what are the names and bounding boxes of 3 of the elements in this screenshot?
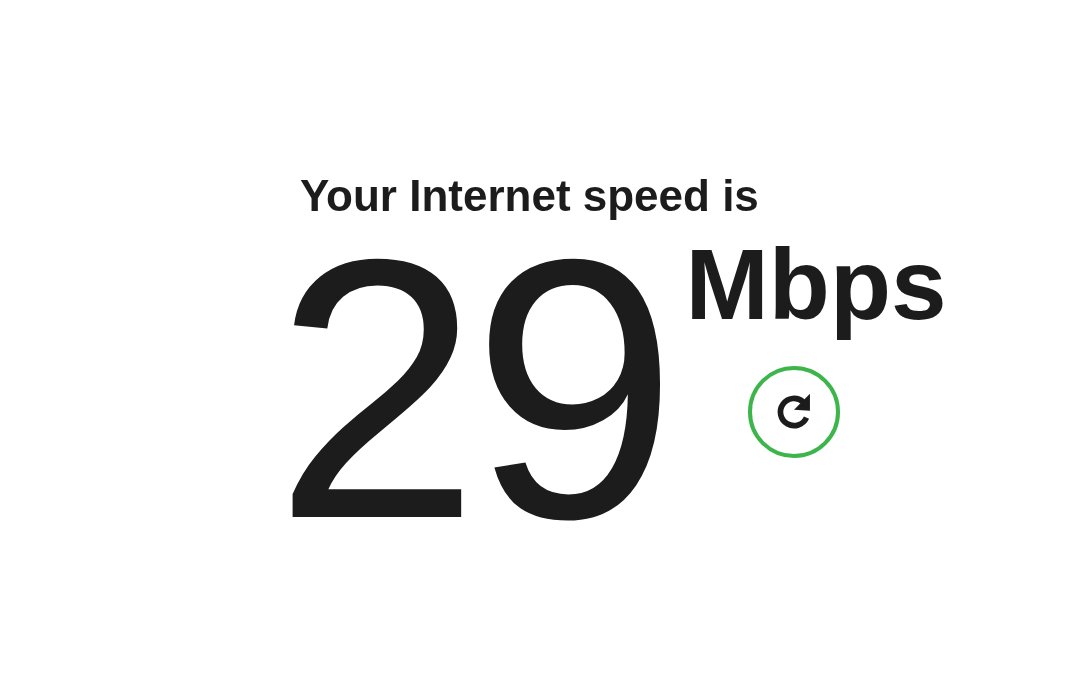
speed-unit: Mbps <box>685 227 947 342</box>
speed-heading: Your Internet speed is <box>300 170 759 222</box>
speed-value: 29 <box>274 224 670 554</box>
